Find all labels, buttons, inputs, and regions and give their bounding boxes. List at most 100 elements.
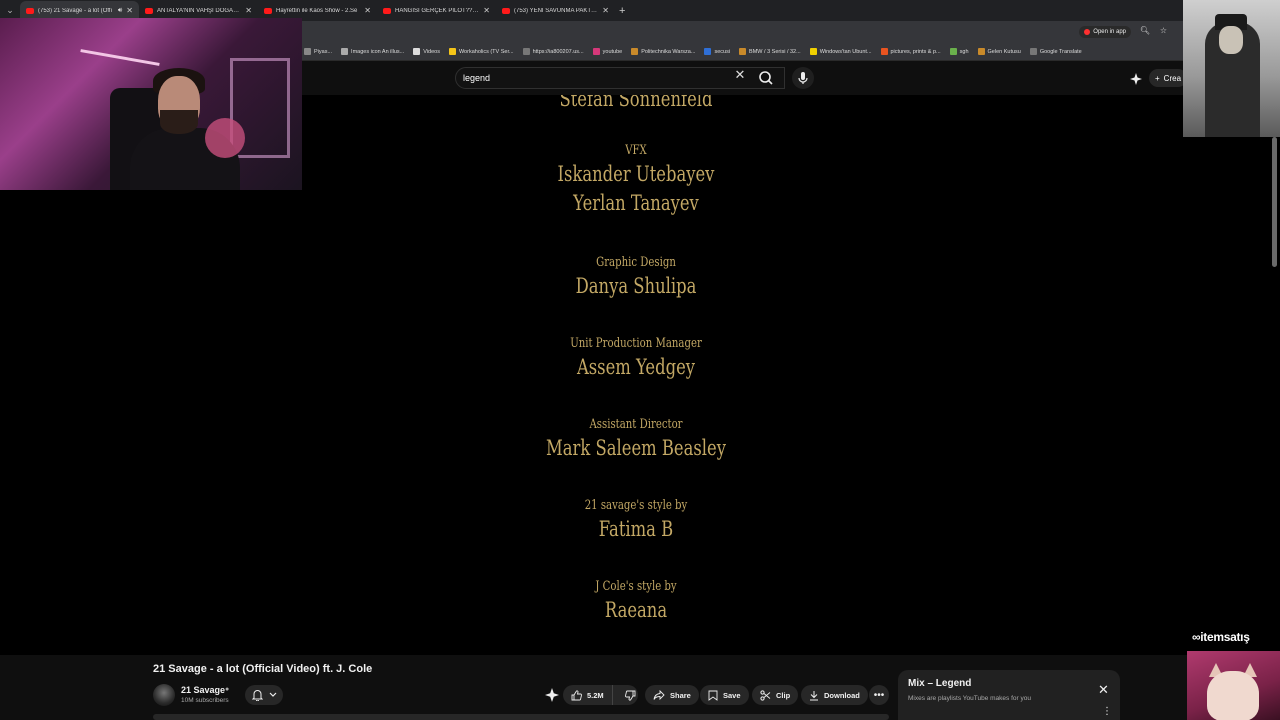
credit-role: Graphic Design [596, 255, 676, 270]
bookmark-label: Images icon An illus... [351, 48, 405, 55]
scissors-icon [760, 689, 771, 701]
speaker-icon[interactable]: 🔊︎ [118, 7, 122, 15]
new-tab-button[interactable]: + [619, 5, 625, 17]
zoom-icon[interactable]: 🔍︎ [1140, 26, 1150, 35]
clip-button[interactable]: Clip [752, 685, 799, 705]
search-icon [759, 71, 773, 85]
bookmark-label: pictures, prints & p... [890, 48, 941, 55]
tab-label: (753) 21 Savage - a lot (Offi [38, 7, 112, 14]
save-button[interactable]: Save [700, 685, 749, 705]
bookmark-label: Google Translate [1039, 48, 1082, 55]
bookmark-favicon-icon [522, 48, 530, 55]
youtube-favicon-icon [145, 7, 153, 14]
bookmark-item[interactable]: Windows'tan Ubunt... [809, 48, 872, 55]
microphone-icon [798, 72, 808, 84]
search-input[interactable] [463, 71, 733, 85]
bookmark-item[interactable]: Videos [413, 48, 440, 55]
voice-search-button[interactable] [792, 67, 814, 89]
notification-bell-button[interactable] [245, 685, 283, 705]
bookmark-favicon-icon [880, 48, 888, 55]
create-label: Crea [1163, 73, 1182, 83]
close-tab-icon[interactable]: ✕ [245, 6, 252, 15]
credit-name: Assem Yedgey [576, 355, 696, 379]
sponsor-watermark: ∞itemsatış [1192, 630, 1250, 644]
like-count: 5.2M [587, 690, 604, 700]
close-tab-icon[interactable]: ✕ [602, 6, 609, 15]
video-title: 21 Savage - a lot (Official Video) ft. J… [153, 663, 373, 675]
browser-tab[interactable]: HANGİSİ GERÇEK PİLOT?? ft. @ ✕ [377, 1, 496, 20]
bookmark-favicon-icon [592, 48, 600, 55]
share-arrow-icon [653, 690, 665, 700]
bookmark-favicon-icon [739, 48, 747, 55]
youtube-icon [1084, 29, 1091, 35]
open-in-app-button[interactable]: Open in app [1079, 26, 1131, 38]
bookmark-item[interactable]: secusi [704, 48, 730, 55]
channel-avatar[interactable] [153, 684, 175, 706]
credit-name: Mark Saleem Beasley [546, 436, 726, 460]
share-label: Share [670, 690, 691, 700]
bookmark-item[interactable]: Piyas... [304, 48, 332, 55]
bookmark-item[interactable]: Images icon An illus... [341, 48, 404, 55]
create-button[interactable]: + Crea [1149, 69, 1188, 87]
plus-icon: + [1155, 73, 1160, 83]
bookmark-star-icon[interactable]: ☆ [1160, 26, 1167, 35]
bookmark-favicon-icon [413, 48, 421, 55]
download-button[interactable]: Download [801, 685, 868, 705]
tab-label: (753) YENİ SAVUNMA PAKTI: İS [514, 7, 599, 14]
clip-label: Clip [776, 690, 791, 700]
thumbs-down-icon [624, 690, 636, 701]
verified-badge-icon: ● [225, 686, 230, 693]
close-tab-icon[interactable]: ✕ [483, 6, 490, 15]
clear-search-icon[interactable]: ✕ [734, 67, 746, 83]
search-button[interactable] [752, 67, 780, 89]
bookmark-item[interactable]: https://ia800207.us... [522, 48, 584, 55]
bookmark-favicon-icon [341, 48, 349, 55]
like-button[interactable]: 5.2M [563, 685, 613, 705]
bookmark-item[interactable]: sgh [949, 48, 969, 55]
credit-name: Fatima B [598, 517, 674, 541]
bookmark-item[interactable]: Google Translate [1029, 48, 1082, 55]
save-bookmark-icon [708, 690, 718, 701]
credit-name: Stefan Sonnenfeld [559, 95, 713, 111]
bookmark-favicon-icon [949, 48, 957, 55]
ask-gemini-icon[interactable] [1130, 72, 1142, 85]
close-icon[interactable]: ✕ [1098, 682, 1109, 698]
dislike-button[interactable] [618, 685, 643, 705]
browser-tab[interactable]: (753) YENİ SAVUNMA PAKTI: İS ✕ [496, 1, 615, 20]
tab-label: ANTALYA'NIN VAHŞİ DOĞASIN [157, 7, 242, 14]
ask-ai-icon[interactable] [545, 688, 559, 702]
bookmark-favicon-icon [448, 48, 456, 55]
channel-name[interactable]: 21 Savage [181, 685, 225, 695]
close-tab-icon[interactable]: ✕ [126, 6, 133, 15]
bookmark-label: BMW / 3 Serisi / 32... [749, 48, 801, 55]
bookmark-item[interactable]: Gelen Kutusu [977, 48, 1021, 55]
credit-role: VFX [625, 143, 647, 158]
bookmark-label: secusi [714, 48, 731, 55]
save-label: Save [723, 690, 741, 700]
chevron-down-icon [269, 692, 276, 697]
page-scrollbar[interactable] [1272, 137, 1277, 267]
bookmark-favicon-icon [304, 48, 311, 55]
bookmark-item[interactable]: Workaholics (TV Ser... [448, 48, 514, 55]
like-dislike-group: 5.2M [563, 685, 638, 705]
description-box[interactable] [153, 714, 889, 720]
close-tab-icon[interactable]: ✕ [364, 6, 371, 15]
bookmark-item[interactable]: Politechnika Warsza... [631, 48, 695, 55]
bookmark-item[interactable]: pictures, prints & p... [880, 48, 941, 55]
bookmark-label: youtube [602, 48, 623, 55]
share-button[interactable]: Share [645, 685, 699, 705]
bookmark-item[interactable]: BMW / 3 Serisi / 32... [739, 48, 801, 55]
bookmark-label: Workaholics (TV Ser... [458, 48, 514, 55]
download-label: Download [824, 690, 860, 700]
youtube-favicon-icon [383, 7, 391, 14]
bookmark-label: Politechnika Warsza... [641, 48, 696, 55]
credit-role: Unit Production Manager [570, 336, 702, 351]
bookmark-item[interactable]: youtube [592, 48, 623, 55]
more-actions-button[interactable]: ••• [869, 685, 889, 705]
bookmark-label: sgh [959, 48, 969, 55]
bookmark-favicon-icon [809, 48, 817, 55]
youtube-favicon-icon [264, 7, 272, 14]
historical-photo-overlay [1183, 0, 1280, 137]
kebab-menu-icon[interactable]: ⋮ [1102, 706, 1112, 717]
bookmark-favicon-icon [977, 48, 985, 55]
